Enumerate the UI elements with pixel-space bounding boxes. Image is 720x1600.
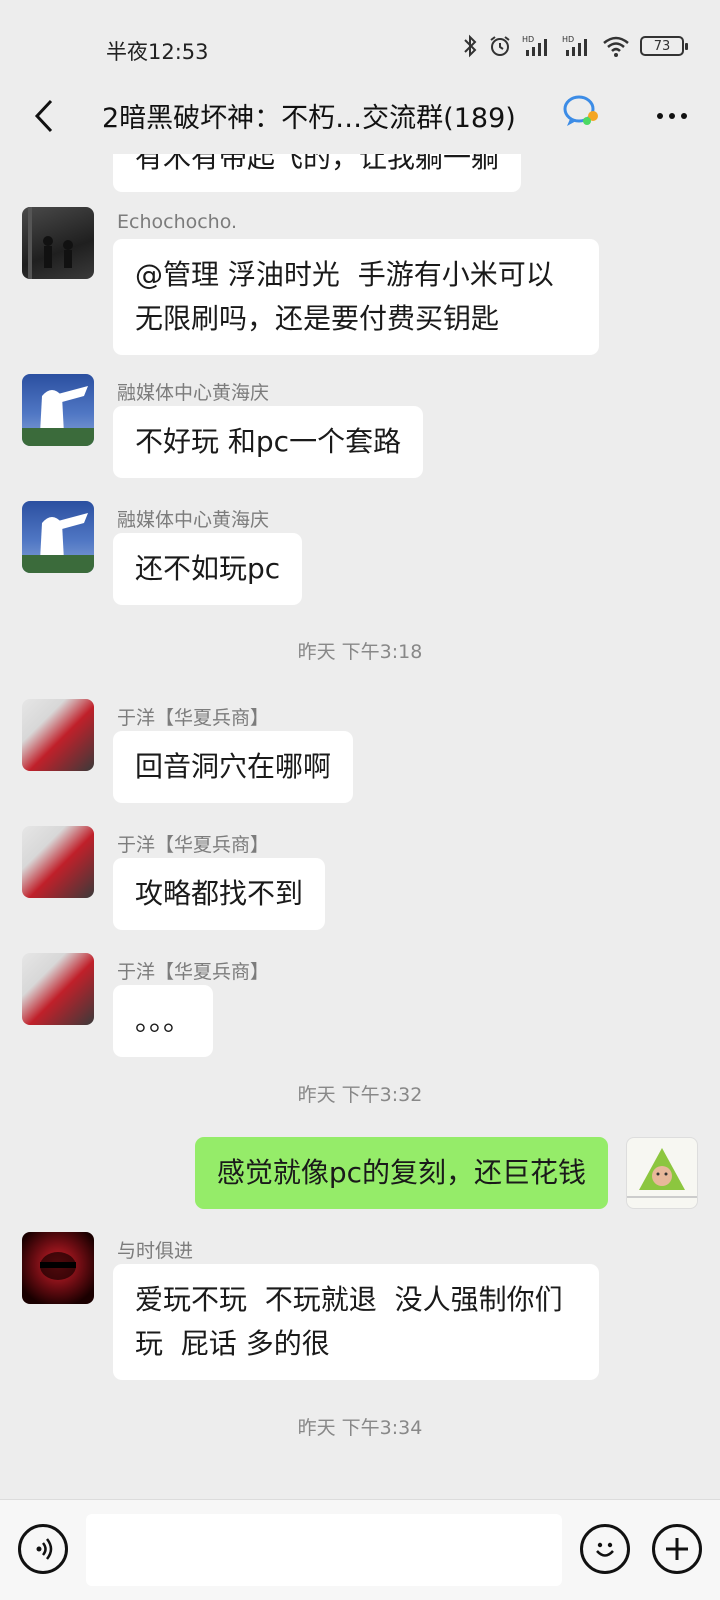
battery-indicator: 73 (640, 36, 688, 56)
timestamp: 昨天 下午3:32 (297, 1084, 423, 1106)
message-input[interactable] (86, 1514, 562, 1586)
avatar[interactable] (22, 1232, 94, 1304)
signal-1-icon: HD (522, 35, 547, 56)
plus-button[interactable] (652, 1524, 702, 1574)
battery-level: 73 (653, 38, 671, 54)
svg-text:HD: HD (562, 35, 574, 44)
alarm-icon (490, 36, 510, 56)
avatar[interactable] (22, 953, 94, 1025)
sender-name: 于洋【华夏兵商】 (117, 707, 270, 729)
status-icons: HD HD 73 (462, 34, 688, 58)
message-bubble[interactable]: 。。。 (113, 985, 214, 1057)
chat-title[interactable]: 2暗黑破坏神：不朽…交流群(189) (102, 96, 516, 135)
more-button[interactable] (650, 98, 694, 134)
avatar-crocodile-icon (22, 513, 94, 573)
avatar-figure-icon (28, 207, 73, 279)
timestamp: 昨天 下午3:34 (297, 1417, 423, 1439)
voice-button[interactable] (18, 1524, 68, 1574)
status-time: 半夜12:53 (106, 40, 209, 64)
message-bubble[interactable]: 还不如玩pc (113, 533, 303, 605)
bluetooth-icon (464, 34, 477, 58)
sender-name: 融媒体中心黄海庆 (117, 509, 270, 531)
avatar[interactable] (22, 699, 94, 771)
message-bubble[interactable]: 回音洞穴在哪啊 (113, 731, 354, 803)
message-bubble[interactable]: 不好玩 和pc一个套路 (113, 406, 424, 478)
voice-icon (36, 1538, 53, 1560)
message-bubble[interactable]: 攻略都找不到 (113, 858, 326, 930)
back-icon (34, 99, 53, 133)
plus-icon (666, 1538, 688, 1560)
timestamp: 昨天 下午3:18 (297, 641, 423, 663)
group-chat-icon[interactable] (562, 94, 602, 128)
avatar[interactable] (22, 501, 94, 573)
more-icon-dot (681, 113, 687, 119)
avatar[interactable] (22, 374, 94, 446)
message-bubble-self[interactable]: 感觉就像pc的复刻，还巨花钱 (194, 1137, 608, 1209)
self-avatar[interactable] (626, 1137, 698, 1209)
signal-2-icon: HD (562, 35, 587, 56)
more-icon-dot (669, 113, 675, 119)
message-bubble[interactable]: 爱玩不玩 不玩就退 没人强制你们 玩 屁话 多的很 (113, 1264, 599, 1380)
input-bar (0, 1499, 720, 1600)
emoji-icon (596, 1542, 614, 1557)
chat-area[interactable]: 有木有带起飞的，让我躺一躺 Echochocho. @管理 浮油时光 手游有小米… (0, 154, 720, 1499)
avatar[interactable] (22, 826, 94, 898)
more-icon (657, 113, 663, 119)
avatar-crocodile-icon (22, 386, 94, 446)
sender-name: 于洋【华夏兵商】 (117, 834, 270, 856)
avatar-zongzi-icon (627, 1148, 697, 1198)
svg-text:HD: HD (522, 35, 534, 44)
emoji-button[interactable] (580, 1524, 630, 1574)
sender-name: 融媒体中心黄海庆 (117, 382, 270, 404)
message-bubble[interactable]: 有木有带起飞的，让我躺一躺 (113, 154, 522, 192)
avatar-mask-icon (40, 1252, 76, 1280)
avatar[interactable] (22, 207, 94, 279)
back-button[interactable] (22, 94, 66, 138)
wifi-icon (603, 36, 629, 57)
sender-name: 于洋【华夏兵商】 (117, 961, 270, 983)
message-bubble[interactable]: @管理 浮油时光 手游有小米可以 无限刷吗，还是要付费买钥匙 (113, 239, 599, 355)
chat-header: 2暗黑破坏神：不朽…交流群(189) (0, 84, 720, 154)
sender-name: Echochocho. (117, 211, 238, 233)
sender-name: 与时俱进 (117, 1240, 194, 1262)
